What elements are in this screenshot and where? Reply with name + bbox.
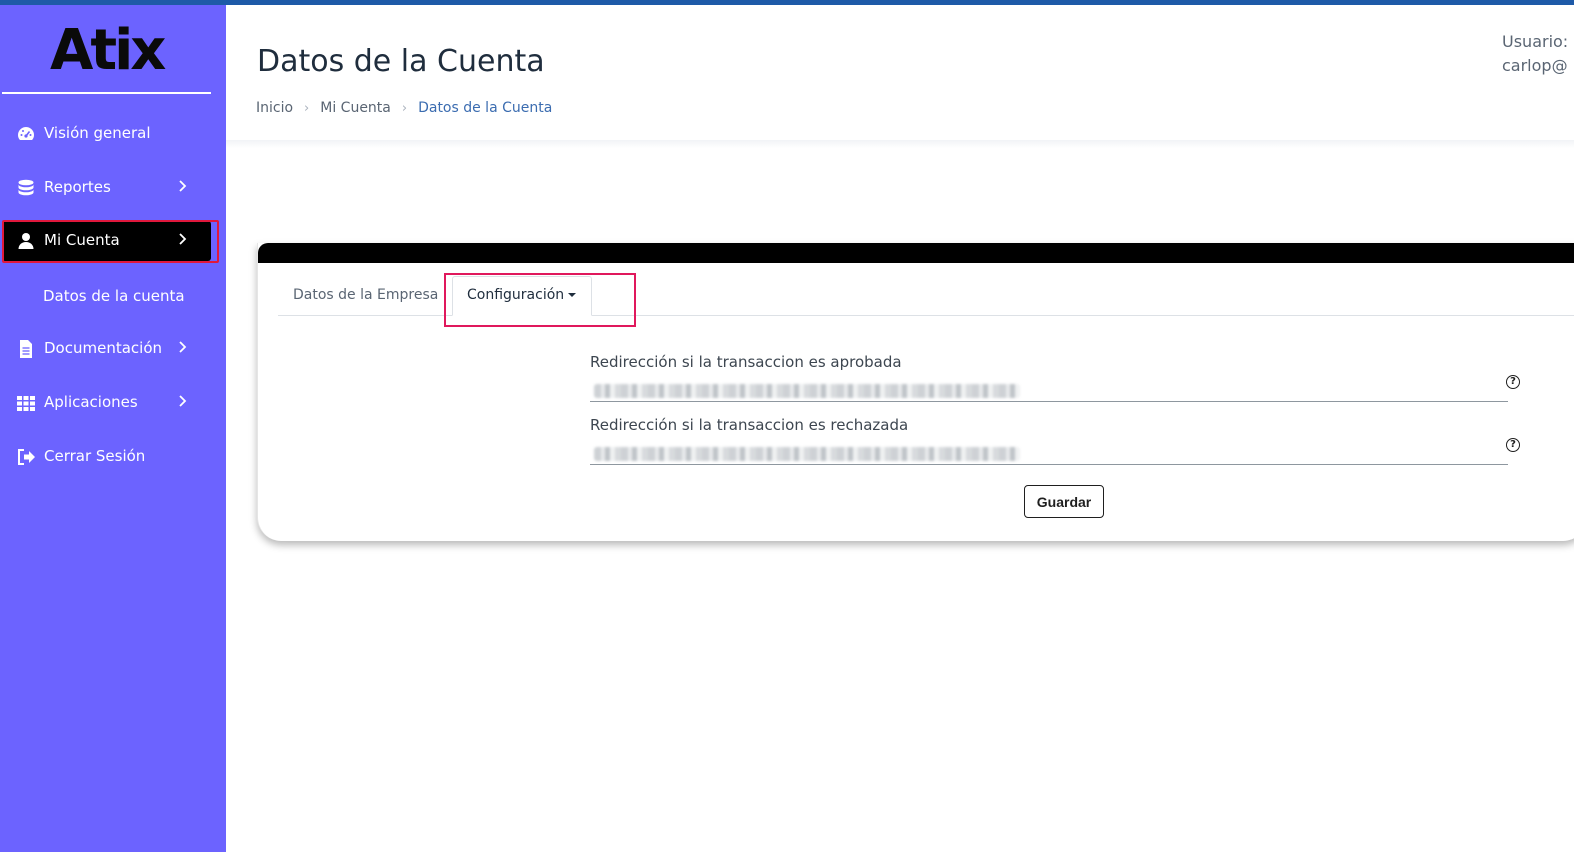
chevron-right-icon: › <box>401 100 408 116</box>
highlight-outline <box>2 220 219 263</box>
sidebar: Atix Visión general Reportes Mi Cuenta D… <box>0 5 226 852</box>
help-icon[interactable]: ? <box>1506 438 1520 452</box>
sidebar-item-label: Aplicaciones <box>44 393 138 411</box>
redacted-value <box>594 384 1020 398</box>
redacted-value <box>594 447 1020 461</box>
sidebar-item-aplicaciones[interactable]: Aplicaciones <box>2 383 211 423</box>
sidebar-item-label: Reportes <box>44 178 111 196</box>
user-label: Usuario: <box>1502 32 1569 51</box>
database-icon <box>18 179 34 196</box>
sidebar-item-label: Visión general <box>44 124 151 142</box>
breadcrumb-current: Datos de la Cuenta <box>418 100 553 116</box>
tab-datos-de-la-empresa[interactable]: Datos de la Empresa <box>293 287 438 303</box>
breadcrumb-inicio[interactable]: Inicio <box>256 100 293 116</box>
chevron-right-icon <box>179 395 187 407</box>
breadcrumb: Inicio › Mi Cuenta › Datos de la Cuenta <box>256 100 552 116</box>
save-button[interactable]: Guardar <box>1024 485 1104 518</box>
chevron-right-icon: › <box>304 100 310 116</box>
grid-icon <box>17 396 35 411</box>
approved-redirect-label: Redirección si la transaccion es aprobad… <box>590 353 902 371</box>
sidebar-subitem-datos-de-la-cuenta[interactable]: Datos de la cuenta <box>43 287 185 305</box>
highlight-outline <box>444 273 636 327</box>
logo-divider <box>2 92 211 94</box>
sidebar-item-vision-general[interactable]: Visión general <box>2 114 211 154</box>
sidebar-item-cerrar-sesion[interactable]: Cerrar Sesión <box>2 437 211 477</box>
chevron-right-icon <box>179 341 187 353</box>
sidebar-item-reportes[interactable]: Reportes <box>2 168 211 208</box>
page-title: Datos de la Cuenta <box>257 44 545 79</box>
top-accent-bar <box>0 0 1574 5</box>
sign-out-icon <box>18 449 35 465</box>
document-icon <box>20 340 32 358</box>
user-email: carlop@ <box>1502 56 1568 75</box>
header-divider <box>226 140 1574 148</box>
card-header-bar <box>258 243 1574 263</box>
sidebar-item-documentacion[interactable]: Documentación <box>2 329 211 369</box>
sidebar-item-label: Documentación <box>44 339 163 357</box>
chevron-right-icon <box>179 180 187 192</box>
atix-logo[interactable]: Atix <box>50 23 166 79</box>
settings-card: Datos de la Empresa Configuración Redire… <box>257 243 1574 541</box>
sidebar-item-label: Cerrar Sesión <box>44 447 146 465</box>
breadcrumb-mi-cuenta[interactable]: Mi Cuenta <box>320 100 391 116</box>
help-icon[interactable]: ? <box>1506 375 1520 389</box>
dashboard-icon <box>18 127 34 140</box>
rejected-redirect-label: Redirección si la transaccion es rechaza… <box>590 416 909 434</box>
user-info: Usuario: carlop@ <box>1502 30 1568 78</box>
